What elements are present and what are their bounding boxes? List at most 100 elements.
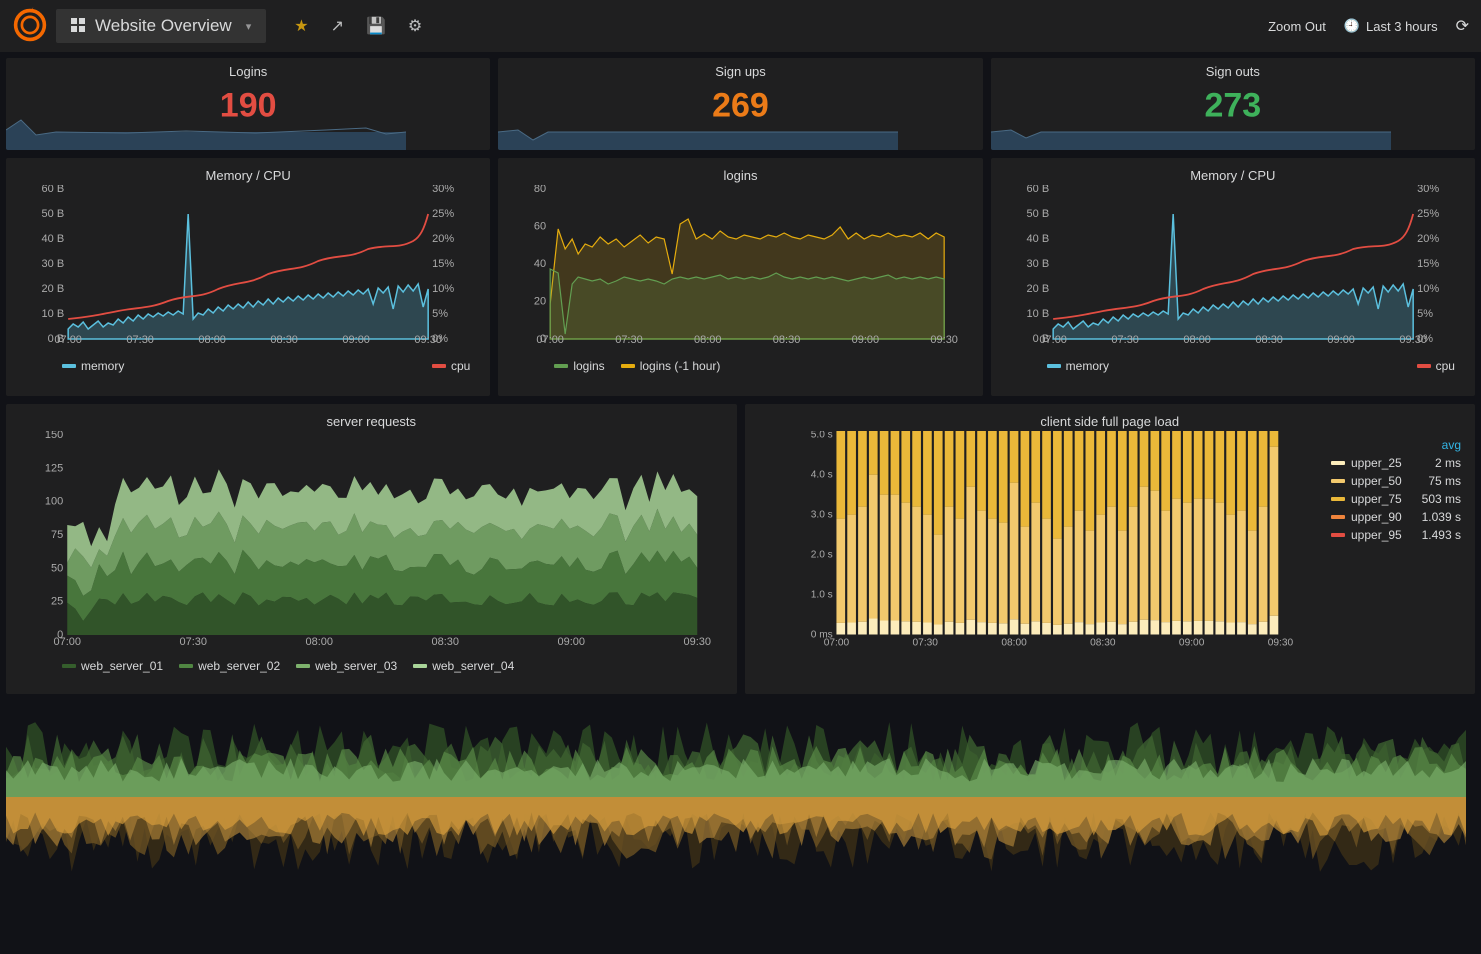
- svg-text:08:30: 08:30: [1090, 638, 1116, 649]
- panel-signups[interactable]: Sign ups 269: [498, 58, 982, 150]
- svg-text:80: 80: [534, 185, 546, 195]
- svg-text:10 B: 10 B: [42, 308, 65, 320]
- chevron-down-icon: ▾: [246, 20, 252, 33]
- legend-label: web_server_04: [432, 659, 514, 673]
- svg-text:50 B: 50 B: [42, 208, 65, 220]
- svg-text:10%: 10%: [1417, 283, 1439, 295]
- svg-text:40 B: 40 B: [1026, 233, 1049, 245]
- legend-label: memory: [81, 359, 124, 373]
- legend-label: logins: [573, 359, 604, 373]
- legend: web_server_01web_server_02web_server_03w…: [16, 653, 727, 673]
- time-range-picker[interactable]: 🕘 Last 3 hours: [1344, 18, 1438, 34]
- stat-row: Logins 190 Sign ups 269 Sign outs 273: [6, 58, 1475, 150]
- dashboard-title: Website Overview: [95, 16, 232, 36]
- app-logo[interactable]: [12, 7, 48, 46]
- chart-memory-cpu: 0 B10 B20 B30 B40 B50 B60 B 0%5%10%15%20…: [1001, 185, 1465, 353]
- clock-icon: 🕘: [1344, 18, 1360, 34]
- panel-logins[interactable]: Logins 190: [6, 58, 490, 150]
- legend-label: memory: [1066, 359, 1109, 373]
- svg-text:125: 125: [45, 462, 63, 474]
- save-icon[interactable]: 💾: [366, 16, 386, 36]
- svg-text:20%: 20%: [432, 233, 454, 245]
- graph-row-2: server requests 0255075100125150 07:0007…: [6, 404, 1475, 694]
- svg-text:150: 150: [45, 431, 63, 441]
- svg-text:40 B: 40 B: [42, 233, 65, 245]
- star-icon[interactable]: ★: [294, 16, 308, 36]
- svg-text:2.0 s: 2.0 s: [810, 549, 832, 560]
- share-icon[interactable]: ↗: [331, 16, 344, 36]
- footer-row: [6, 702, 1475, 892]
- svg-text:50 B: 50 B: [1026, 208, 1049, 220]
- svg-text:25%: 25%: [432, 208, 454, 220]
- panel-title: server requests: [16, 408, 727, 431]
- legend-label: upper_25: [1351, 456, 1402, 470]
- toolbar-icons: ★ ↗ 💾 ⚙: [294, 16, 422, 36]
- svg-text:07:30: 07:30: [616, 334, 644, 346]
- legend-value: 75 ms: [1428, 474, 1461, 488]
- svg-text:10 B: 10 B: [1026, 308, 1049, 320]
- svg-text:10%: 10%: [432, 283, 454, 295]
- time-controls: Zoom Out 🕘 Last 3 hours ⟳: [1268, 16, 1469, 36]
- graph-row-1: Memory / CPU 0 B10 B20 B30 B40 B50 B60 B…: [6, 158, 1475, 396]
- svg-text:08:30: 08:30: [270, 334, 298, 346]
- legend: avg upper_252 msupper_5075 msupper_75503…: [1331, 438, 1461, 546]
- svg-text:30 B: 30 B: [1026, 258, 1049, 270]
- panel-footer-trend[interactable]: [6, 702, 1466, 892]
- legend-label: upper_90: [1351, 510, 1402, 524]
- legend-label: upper_75: [1351, 492, 1402, 506]
- panel-title: Sign ups: [498, 58, 982, 81]
- svg-text:08:00: 08:00: [1183, 334, 1211, 346]
- svg-text:30%: 30%: [432, 185, 454, 195]
- svg-text:07:30: 07:30: [912, 638, 938, 649]
- chart-server-requests: 0255075100125150 07:0007:3008:0008:3009:…: [16, 431, 727, 653]
- time-range-label: Last 3 hours: [1366, 19, 1438, 34]
- panel-page-load[interactable]: client side full page load 0 ms1.0 s2.0 …: [745, 404, 1476, 694]
- svg-text:4.0 s: 4.0 s: [810, 469, 832, 480]
- panel-signouts[interactable]: Sign outs 273: [991, 58, 1475, 150]
- svg-text:07:00: 07:00: [823, 638, 849, 649]
- legend-header: avg: [1331, 438, 1461, 452]
- panel-memory-cpu-right[interactable]: Memory / CPU 0 B10 B20 B30 B40 B50 B60 B…: [991, 158, 1475, 396]
- svg-text:1.0 s: 1.0 s: [810, 589, 832, 600]
- svg-text:08:30: 08:30: [431, 636, 459, 648]
- chart-logins: 020406080 07:0007:3008:0008:3009:0009:30: [508, 185, 972, 353]
- svg-text:20 B: 20 B: [1026, 283, 1049, 295]
- svg-text:100: 100: [45, 496, 63, 508]
- refresh-icon[interactable]: ⟳: [1456, 16, 1469, 36]
- svg-text:07:30: 07:30: [179, 636, 207, 648]
- svg-text:60 B: 60 B: [1026, 185, 1049, 195]
- panel-memory-cpu-left[interactable]: Memory / CPU 0 B10 B20 B30 B40 B50 B60 B…: [6, 158, 490, 396]
- panel-title: client side full page load: [755, 408, 1466, 431]
- topbar: Website Overview ▾ ★ ↗ 💾 ⚙ Zoom Out 🕘 La…: [0, 0, 1481, 52]
- grid-icon: [71, 18, 85, 35]
- svg-text:07:30: 07:30: [1111, 334, 1139, 346]
- panel-logins[interactable]: logins 020406080 07:0007:3008:0008:3009:…: [498, 158, 982, 396]
- svg-text:08:30: 08:30: [773, 334, 801, 346]
- legend-value: 1.039 s: [1422, 510, 1461, 524]
- legend-label: web_server_01: [81, 659, 163, 673]
- svg-text:07:00: 07:00: [1039, 334, 1067, 346]
- legend-label: cpu: [451, 359, 470, 373]
- gear-icon[interactable]: ⚙: [408, 16, 422, 36]
- dashboard-picker[interactable]: Website Overview ▾: [56, 9, 266, 43]
- svg-text:07:30: 07:30: [126, 334, 154, 346]
- svg-text:08:00: 08:00: [1001, 638, 1027, 649]
- legend-label: cpu: [1436, 359, 1455, 373]
- panel-title: Logins: [6, 58, 490, 81]
- svg-text:30%: 30%: [1417, 185, 1439, 195]
- svg-text:5%: 5%: [432, 308, 448, 320]
- legend-label: web_server_03: [315, 659, 397, 673]
- legend-value: 1.493 s: [1422, 528, 1461, 542]
- panel-server-requests[interactable]: server requests 0255075100125150 07:0007…: [6, 404, 737, 694]
- svg-text:5.0 s: 5.0 s: [810, 431, 832, 440]
- panel-title: logins: [508, 162, 972, 185]
- svg-text:09:30: 09:30: [414, 334, 442, 346]
- svg-text:75: 75: [51, 529, 63, 541]
- chart-footer: [6, 702, 1466, 892]
- svg-text:5%: 5%: [1417, 308, 1433, 320]
- svg-text:15%: 15%: [432, 258, 454, 270]
- zoom-out-button[interactable]: Zoom Out: [1268, 19, 1326, 34]
- legend: memory cpu: [1001, 353, 1465, 373]
- legend-label: upper_50: [1351, 474, 1402, 488]
- svg-text:07:00: 07:00: [53, 636, 81, 648]
